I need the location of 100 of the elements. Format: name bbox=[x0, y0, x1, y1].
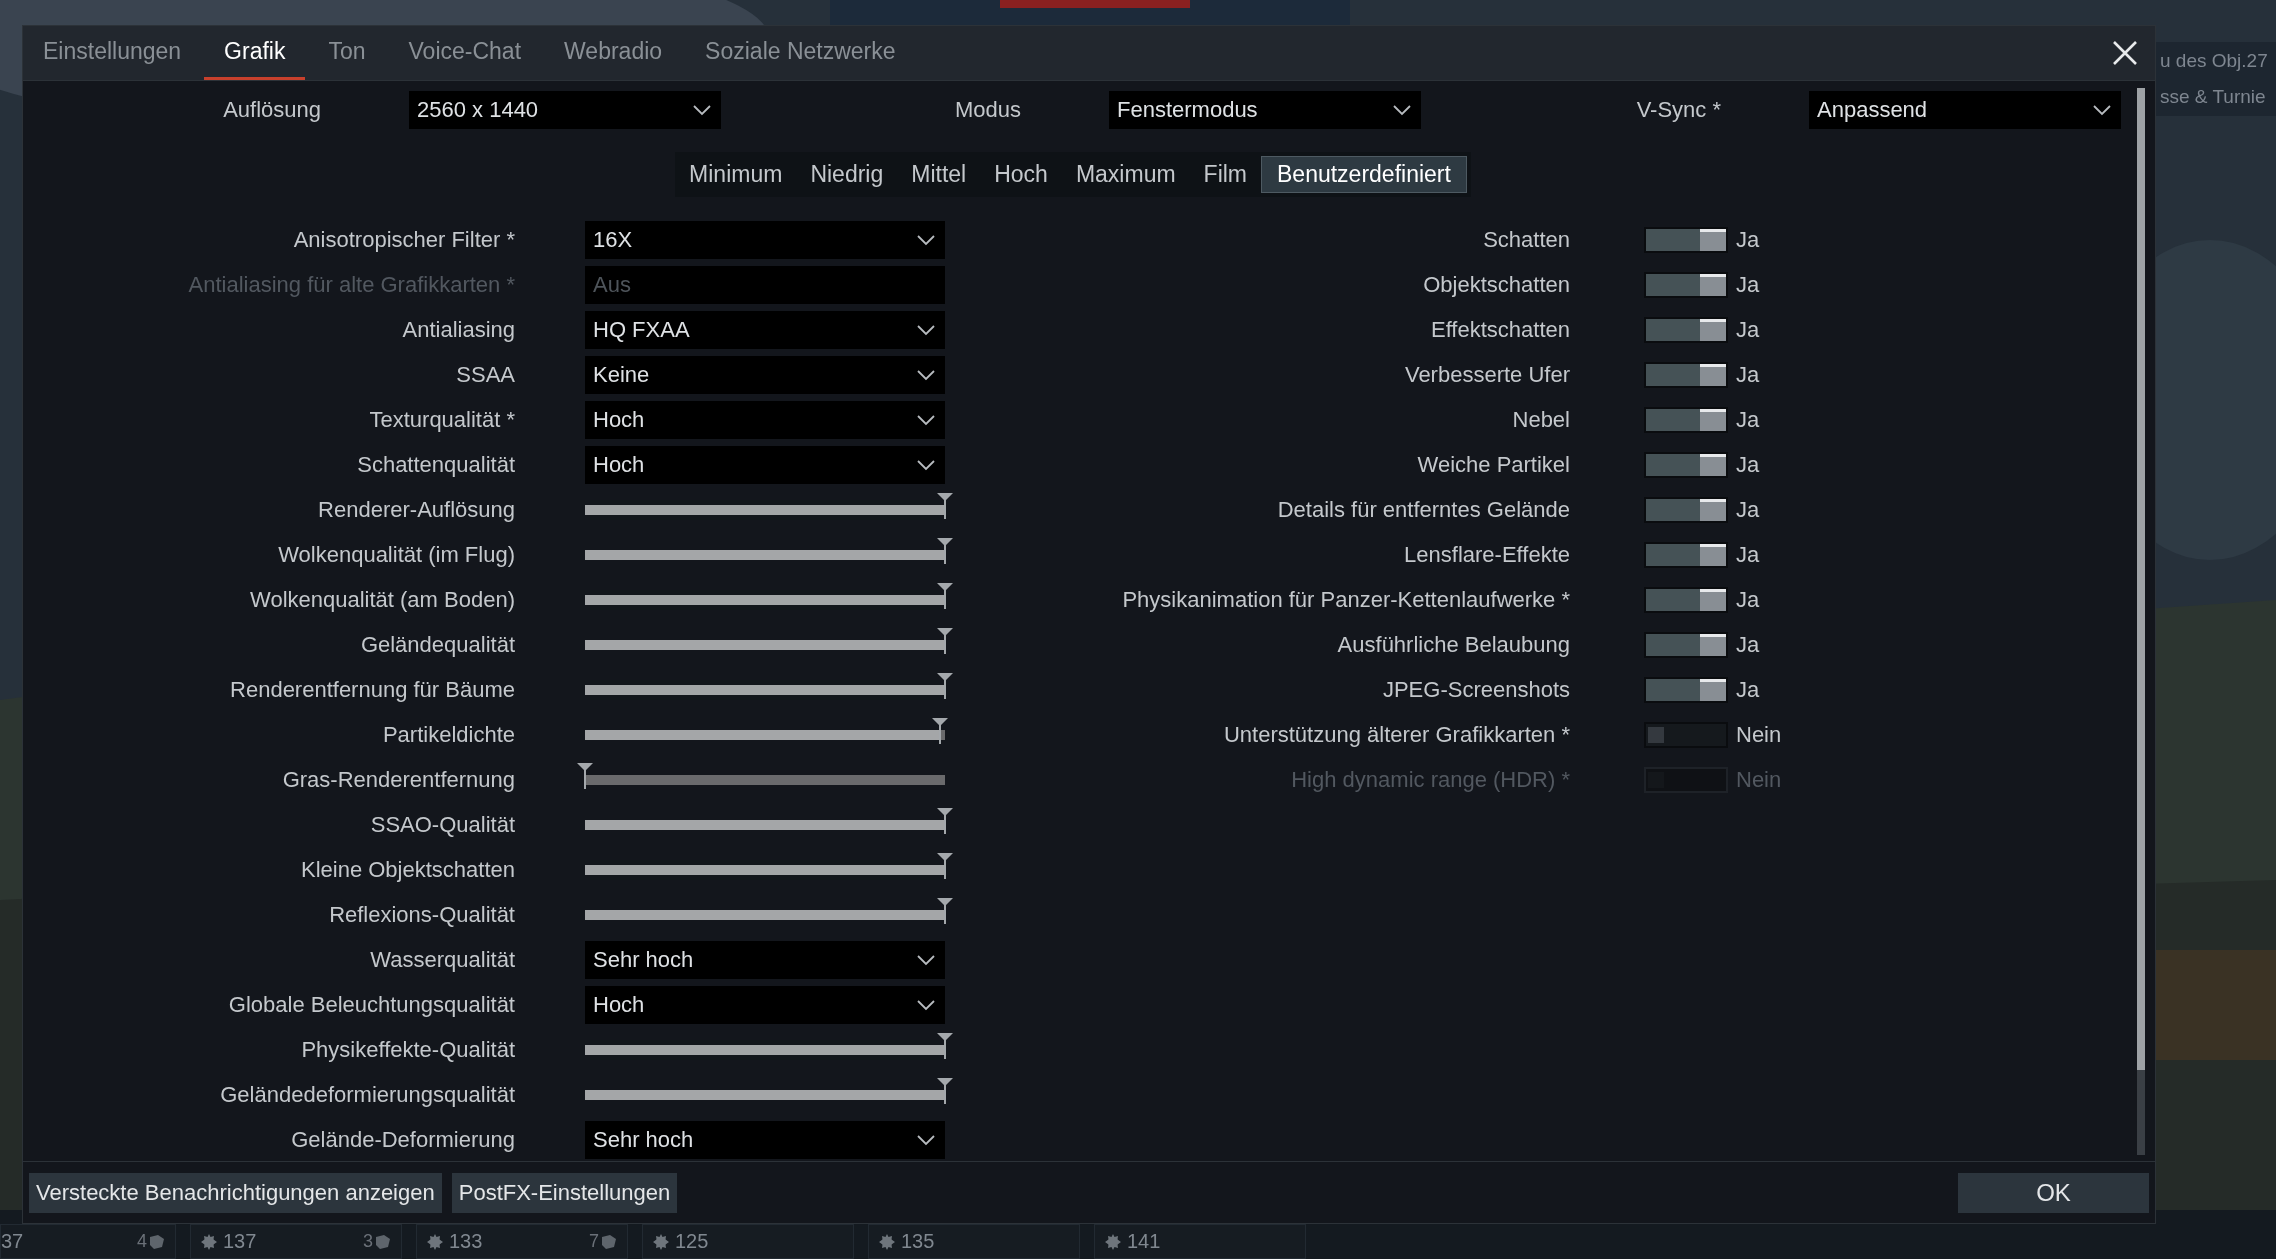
dropdown[interactable]: Keine bbox=[585, 355, 945, 394]
caret-icon bbox=[917, 953, 935, 966]
tab[interactable]: Soziale Netzwerke bbox=[685, 26, 916, 80]
rank-icon bbox=[201, 1233, 217, 1250]
dropdown[interactable]: Hoch bbox=[585, 400, 945, 439]
setting-label: Wasserqualität bbox=[369, 946, 515, 973]
toggle-value: Ja bbox=[1736, 271, 1760, 298]
caret-icon bbox=[917, 458, 935, 471]
card-number: 135 bbox=[901, 1230, 935, 1253]
toggle-switch[interactable] bbox=[1644, 586, 1728, 613]
toggle-switch[interactable] bbox=[1644, 631, 1728, 658]
toggle-switch[interactable] bbox=[1644, 316, 1728, 343]
toggle-switch[interactable] bbox=[1644, 496, 1728, 523]
setting-label: Details für entferntes Gelände bbox=[1276, 496, 1570, 523]
dropdown[interactable]: 2560 x 1440 bbox=[409, 91, 721, 129]
setting-label: Anisotropischer Filter * bbox=[292, 226, 515, 253]
toggle-switch[interactable] bbox=[1644, 226, 1728, 253]
slider-thumb[interactable] bbox=[937, 537, 953, 564]
dropdown[interactable]: Anpassend bbox=[1809, 91, 2121, 129]
toggle-switch[interactable] bbox=[1644, 361, 1728, 388]
toggle-value: Ja bbox=[1736, 361, 1760, 388]
toggle-switch[interactable] bbox=[1644, 451, 1728, 478]
ok-button[interactable]: OK bbox=[1958, 1172, 2149, 1213]
toggle-value: Ja bbox=[1736, 496, 1760, 523]
preset-tab[interactable]: Benutzerdefiniert bbox=[1261, 156, 1467, 193]
slider-thumb[interactable] bbox=[937, 807, 953, 834]
slider-thumb[interactable] bbox=[937, 852, 953, 879]
toggle-switch[interactable] bbox=[1644, 676, 1728, 703]
setting-label: Renderentfernung für Bäume bbox=[229, 676, 515, 703]
slider-thumb[interactable] bbox=[937, 1032, 953, 1059]
vehicle-card[interactable]: 133 7 bbox=[416, 1224, 628, 1259]
toggle-switch[interactable] bbox=[1644, 541, 1728, 568]
dropdown[interactable]: Hoch bbox=[585, 445, 945, 484]
footer-button[interactable]: Versteckte Benachrichtigungen anzeigen bbox=[29, 1172, 442, 1213]
toggle-value: Ja bbox=[1736, 541, 1760, 568]
setting-label: Kleine Objektschatten bbox=[299, 856, 515, 883]
setting-label: Wolkenqualität (im Flug) bbox=[277, 541, 515, 568]
slider-thumb[interactable] bbox=[937, 492, 953, 519]
tab[interactable]: Ton bbox=[308, 26, 386, 80]
dropdown[interactable]: Fenstermodus bbox=[1109, 91, 1421, 129]
caret-icon bbox=[917, 323, 935, 336]
setting-label: Geländequalität bbox=[359, 631, 515, 658]
setting-label: Lensflare-Effekte bbox=[1403, 541, 1570, 568]
preset-tab[interactable]: Maximum bbox=[1061, 156, 1190, 193]
setting-label: SSAO-Qualität bbox=[369, 811, 515, 838]
dropdown[interactable]: Sehr hoch bbox=[585, 1120, 945, 1159]
tab[interactable]: Webradio bbox=[544, 26, 683, 80]
vehicle-card[interactable]: 137 3 bbox=[190, 1224, 402, 1259]
dropdown[interactable]: HQ FXAA bbox=[585, 310, 945, 349]
card-number: 137 bbox=[223, 1230, 257, 1253]
toggle-value: Ja bbox=[1736, 406, 1760, 433]
dropdown[interactable]: Hoch bbox=[585, 985, 945, 1024]
vehicle-card[interactable]: 135 bbox=[868, 1224, 1080, 1259]
preset-tab[interactable]: Minimum bbox=[675, 156, 797, 193]
setting-label: Texturqualität * bbox=[368, 406, 515, 433]
panel-heading: u des Obj.27 bbox=[2159, 50, 2269, 72]
preset-tab[interactable]: Hoch bbox=[980, 156, 1062, 193]
setting-label: Partikeldichte bbox=[381, 721, 515, 748]
toggle-switch[interactable] bbox=[1644, 406, 1728, 433]
vehicle-card[interactable]: 125 bbox=[642, 1224, 854, 1259]
tab[interactable]: Voice-Chat bbox=[388, 26, 542, 80]
caret-icon bbox=[917, 413, 935, 426]
slider-thumb[interactable] bbox=[937, 672, 953, 699]
slider-thumb[interactable] bbox=[931, 717, 948, 744]
slider-thumb[interactable] bbox=[937, 627, 953, 654]
slider-thumb[interactable] bbox=[937, 582, 953, 609]
caret-icon bbox=[1393, 104, 1411, 116]
slider-thumb[interactable] bbox=[937, 1077, 953, 1104]
caret-icon bbox=[917, 998, 935, 1011]
preset-tab[interactable]: Film bbox=[1189, 156, 1261, 193]
caret-icon bbox=[917, 1133, 935, 1146]
footer-button[interactable]: PostFX-Einstellungen bbox=[451, 1172, 678, 1213]
badge-count: 7 bbox=[589, 1231, 599, 1252]
toggle-value: Ja bbox=[1736, 676, 1760, 703]
tab[interactable]: Grafik bbox=[204, 26, 306, 80]
toggle-value: Ja bbox=[1736, 451, 1760, 478]
setting-label: Auflösung bbox=[222, 97, 321, 123]
setting-label: Unterstützung älterer Grafikkarten * bbox=[1222, 721, 1570, 748]
caret-icon bbox=[693, 104, 711, 116]
setting-label: Schattenqualität bbox=[356, 451, 515, 478]
preset-tab[interactable]: Niedrig bbox=[796, 156, 898, 193]
tab[interactable]: Einstellungen bbox=[23, 26, 202, 80]
setting-label: Physikanimation für Panzer-Kettenlaufwerke * bbox=[1121, 586, 1570, 613]
setting-label: Reflexions-Qualität bbox=[328, 901, 515, 928]
setting-label: High dynamic range (HDR) * bbox=[1290, 766, 1570, 793]
dropdown[interactable]: 16X bbox=[585, 220, 945, 259]
slider-thumb[interactable] bbox=[937, 897, 953, 924]
toggle-switch[interactable] bbox=[1644, 721, 1728, 748]
preset-tab[interactable]: Mittel bbox=[897, 156, 981, 193]
setting-label: Gelände-Deformierung bbox=[290, 1126, 515, 1153]
card-number: 125 bbox=[675, 1230, 709, 1253]
vehicle-card[interactable]: 141 bbox=[1094, 1224, 1306, 1259]
dropdown[interactable]: Sehr hoch bbox=[585, 940, 945, 979]
slider-thumb[interactable] bbox=[577, 762, 593, 789]
setting-label: V-Sync * bbox=[1635, 97, 1721, 123]
vehicle-card[interactable]: 37 4 bbox=[0, 1224, 176, 1259]
toggle-value: Ja bbox=[1736, 586, 1760, 613]
toggle-value: Nein bbox=[1736, 766, 1782, 793]
toggle-value: Ja bbox=[1736, 631, 1760, 658]
toggle-switch[interactable] bbox=[1644, 271, 1728, 298]
